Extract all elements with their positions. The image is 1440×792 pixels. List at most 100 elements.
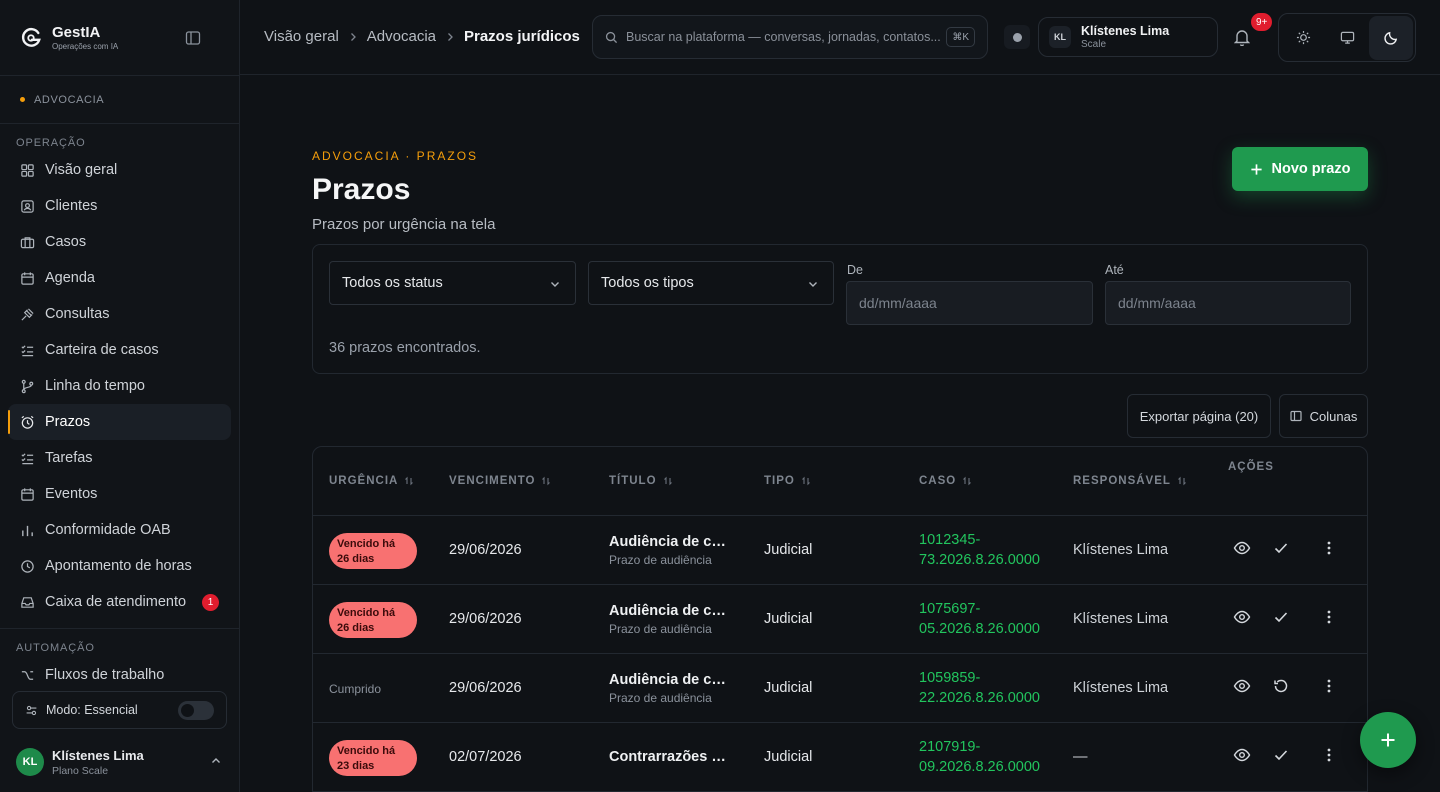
- mode-switch[interactable]: Modo: Essencial: [12, 691, 227, 729]
- column-header-responsavel[interactable]: RESPONSÁVEL: [1073, 475, 1187, 487]
- column-header-label: TIPO: [764, 475, 795, 487]
- column-header-urgencia[interactable]: URGÊNCIA: [329, 475, 414, 487]
- table-row[interactable]: Vencido há 23 dias 02/07/2026 Contrarraz…: [313, 723, 1367, 792]
- inbox-count-badge: 1: [202, 594, 219, 611]
- sidebar-item-agenda[interactable]: Agenda: [8, 260, 231, 296]
- account-switcher[interactable]: KL Klístenes Lima Scale: [1038, 17, 1218, 57]
- more-vertical-icon[interactable]: [1320, 539, 1338, 557]
- global-search[interactable]: ⌘K: [592, 15, 988, 59]
- responsible: Klístenes Lima: [1073, 680, 1169, 696]
- check-icon[interactable]: [1272, 746, 1290, 764]
- sidebar-item-apontamento-de-horas[interactable]: Apontamento de horas: [8, 548, 231, 584]
- case-link[interactable]: 1059859- 22.2026.8.26.0000: [919, 668, 1059, 708]
- responsible: —: [1073, 749, 1088, 765]
- chevron-right-icon: [448, 32, 453, 41]
- breadcrumb-advocacia[interactable]: Advocacia: [367, 28, 436, 45]
- eye-icon[interactable]: [1233, 746, 1251, 764]
- plus-icon: [1250, 163, 1262, 175]
- column-header-tipo[interactable]: TIPO: [764, 475, 811, 487]
- new-deadline-label: Novo prazo: [1271, 161, 1351, 177]
- from-date-input[interactable]: dd/mm/aaaa: [846, 281, 1093, 325]
- columns-label: Colunas: [1309, 408, 1358, 424]
- case-number-part1: 1075697-: [919, 601, 981, 617]
- sidebar-item-label: Conformidade OAB: [45, 522, 171, 538]
- mode-toggle[interactable]: [178, 701, 214, 720]
- case-number-part2: 73.2026.8.26.0000: [919, 552, 1040, 568]
- table-row[interactable]: Vencido há 26 dias 29/06/2026 Audiência …: [313, 516, 1367, 585]
- deadline-title: Audiência de conciliação Prazo de audiên…: [609, 603, 733, 636]
- list-check-icon: [21, 344, 34, 356]
- more-vertical-icon[interactable]: [1320, 746, 1338, 764]
- page-title: Prazos: [312, 173, 411, 206]
- column-header-label: CASO: [919, 475, 957, 487]
- topbar: Visão geral Advocacia Prazos jurídicos ⌘…: [240, 0, 1440, 75]
- check-icon[interactable]: [1272, 608, 1290, 626]
- collapse-sidebar-icon[interactable]: [185, 30, 201, 46]
- column-header-caso[interactable]: CASO: [919, 475, 972, 487]
- status-filter-select[interactable]: Todos os status: [329, 261, 576, 305]
- theme-light-button[interactable]: [1281, 16, 1325, 60]
- account-avatar: KL: [1049, 26, 1071, 48]
- sidebar-item-eventos[interactable]: Eventos: [8, 476, 231, 512]
- case-link[interactable]: 1075697- 05.2026.8.26.0000: [919, 599, 1059, 639]
- check-icon[interactable]: [1272, 539, 1290, 557]
- sidebar-item-fluxos-de-trabalho[interactable]: Fluxos de trabalho: [8, 657, 231, 693]
- workflow-icon: [21, 670, 34, 680]
- column-header-acoes: AÇÕES: [1228, 461, 1274, 473]
- case-number-part1: 1059859-: [919, 670, 981, 686]
- quick-add-fab[interactable]: [1360, 712, 1416, 768]
- column-header-titulo[interactable]: TÍTULO: [609, 475, 673, 487]
- sidebar-item-visao-geral[interactable]: Visão geral: [8, 152, 231, 188]
- eye-icon[interactable]: [1233, 608, 1251, 626]
- theme-system-button[interactable]: [1325, 16, 1369, 60]
- table-header: URGÊNCIA VENCIMENTO TÍTULO TIPO CASO RES…: [313, 447, 1367, 516]
- chevron-down-icon: [551, 282, 559, 287]
- status-indicator-button[interactable]: [1004, 25, 1030, 49]
- sidebar-item-caixa-de-atendimento[interactable]: Caixa de atendimento 1: [8, 584, 231, 620]
- new-deadline-button[interactable]: Novo prazo: [1232, 147, 1368, 191]
- calendar-icon: [21, 271, 34, 285]
- brand-name: GestIA: [52, 24, 101, 41]
- column-header-vencimento[interactable]: VENCIMENTO: [449, 475, 551, 487]
- breadcrumb-visao-geral[interactable]: Visão geral: [264, 28, 339, 45]
- to-date-input[interactable]: dd/mm/aaaa: [1105, 281, 1351, 325]
- more-vertical-icon[interactable]: [1320, 608, 1338, 626]
- table-row[interactable]: Vencido há 26 dias 29/06/2026 Audiência …: [313, 585, 1367, 654]
- sidebar-item-casos[interactable]: Casos: [8, 224, 231, 260]
- columns-button[interactable]: Colunas: [1279, 394, 1368, 438]
- sort-icon: [963, 476, 972, 486]
- case-link[interactable]: 2107919- 09.2026.8.26.0000: [919, 737, 1059, 777]
- export-page-button[interactable]: Exportar página (20): [1127, 394, 1271, 438]
- sidebar-item-tarefas[interactable]: Tarefas: [8, 440, 231, 476]
- sidebar-item-clientes[interactable]: Clientes: [8, 188, 231, 224]
- moon-icon: [1383, 31, 1397, 45]
- deadline-title-sub: Prazo de audiência: [609, 691, 712, 705]
- sidebar-item-label: Apontamento de horas: [45, 558, 192, 574]
- status-filter-value: Todos os status: [342, 275, 443, 291]
- sidebar-item-conformidade-oab[interactable]: Conformidade OAB: [8, 512, 231, 548]
- area-tag[interactable]: ADVOCACIA: [0, 76, 239, 124]
- sidebar-item-label: Prazos: [45, 414, 91, 430]
- bell-icon[interactable]: [1234, 28, 1250, 46]
- sidebar-item-consultas[interactable]: Consultas: [8, 296, 231, 332]
- sidebar-item-label: Clientes: [45, 198, 98, 214]
- theme-dark-button[interactable]: [1369, 15, 1413, 60]
- responsible: Klístenes Lima: [1073, 611, 1169, 627]
- sidebar-item-label: Linha do tempo: [45, 378, 145, 394]
- more-vertical-icon[interactable]: [1320, 677, 1338, 695]
- undo-icon[interactable]: [1272, 677, 1290, 695]
- case-number-part2: 09.2026.8.26.0000: [919, 759, 1040, 775]
- column-header-label: URGÊNCIA: [329, 475, 399, 487]
- deadline-title-main: Contrarrazões de apelação: [609, 749, 733, 765]
- type-filter-select[interactable]: Todos os tipos: [588, 261, 834, 305]
- export-page-label: Exportar página (20): [1139, 408, 1259, 424]
- case-link[interactable]: 1012345- 73.2026.8.26.0000: [919, 530, 1059, 570]
- eye-icon[interactable]: [1233, 539, 1251, 557]
- sidebar-item-carteira-de-casos[interactable]: Carteira de casos: [8, 332, 231, 368]
- search-input[interactable]: [626, 30, 944, 44]
- sidebar-item-prazos[interactable]: Prazos: [8, 404, 231, 440]
- table-row[interactable]: Cumprido 29/06/2026 Audiência de concili…: [313, 654, 1367, 723]
- sidebar-item-linha-do-tempo[interactable]: Linha do tempo: [8, 368, 231, 404]
- eye-icon[interactable]: [1233, 677, 1251, 695]
- user-menu[interactable]: KL Klístenes Lima Plano Scale: [16, 742, 226, 782]
